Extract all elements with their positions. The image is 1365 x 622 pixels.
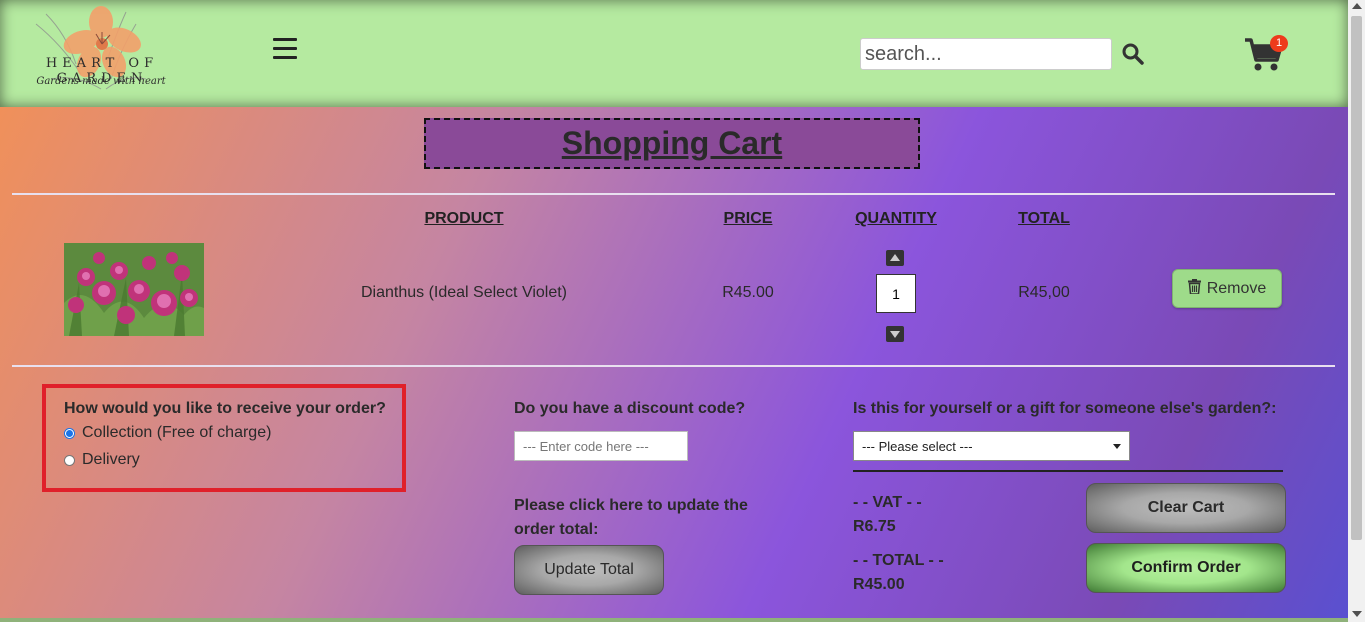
footer-edge [0,618,1348,622]
quantity-increase-button[interactable] [886,250,904,266]
page-title: Shopping Cart [561,125,783,161]
gift-select[interactable]: --- Please select --- [853,431,1130,461]
cart-count-badge: 1 [1270,35,1288,52]
divider [12,365,1335,367]
search-input[interactable] [860,38,1112,70]
delivery-option-label: Delivery [82,451,140,468]
delivery-option-collection[interactable]: Collection (Free of charge) [64,424,271,442]
vat-value: R6.75 [853,518,896,535]
page-title-box: Shopping Cart [424,118,920,169]
hamburger-menu-icon[interactable] [273,38,297,62]
total-label: - - TOTAL - - [853,552,944,569]
update-total-button[interactable]: Update Total [514,545,664,595]
product-image [64,243,204,336]
radio-delivery[interactable] [64,454,75,466]
remove-label: Remove [1206,279,1267,297]
column-header-total: TOTAL [1018,210,1070,227]
update-total-prompt: Please click here to update the order to… [514,497,748,538]
delivery-question: How would you like to receive your order… [64,400,386,417]
summary-divider [853,470,1283,472]
quantity-decrease-button[interactable] [886,326,904,342]
divider [12,193,1335,195]
remove-item-button[interactable]: Remove [1172,269,1282,308]
discount-code-input[interactable] [514,431,688,461]
column-header-quantity: QUANTITY [855,210,937,227]
vat-label: - - VAT - - [853,494,922,511]
scroll-up-icon[interactable] [1352,3,1362,9]
quantity-input[interactable] [876,274,916,313]
site-logo[interactable]: HEART OF GARDEN Gardens made with heart [6,4,191,100]
trash-icon [1187,278,1201,299]
gift-question: Is this for yourself or a gift for someo… [853,400,1277,417]
logo-tagline: Gardens made with heart [36,76,166,87]
total-value: R45.00 [853,576,905,593]
column-header-product: PRODUCT [424,210,504,227]
radio-collection[interactable] [64,427,75,439]
cart-item-price: R45.00 [722,284,774,301]
scroll-down-icon[interactable] [1352,611,1362,617]
scrollbar-thumb[interactable] [1351,16,1362,540]
cart-item-product-name: Dianthus (Ideal Select Violet) [360,284,568,301]
clear-cart-button[interactable]: Clear Cart [1086,483,1286,533]
delivery-option-label: Collection (Free of charge) [82,424,272,441]
site-header: HEART OF GARDEN Gardens made with heart … [0,0,1348,107]
column-header-price: PRICE [723,210,773,227]
confirm-order-button[interactable]: Confirm Order [1086,543,1286,593]
delivery-option-delivery[interactable]: Delivery [64,451,140,469]
cart-main: Shopping Cart PRODUCT PRICE QUANTITY TOT… [0,107,1348,618]
chevron-down-icon [1113,443,1121,449]
search-icon[interactable] [1121,42,1145,66]
cart-item-total: R45,00 [1018,284,1070,301]
discount-question: Do you have a discount code? [514,400,746,417]
gift-select-value: --- Please select --- [862,438,973,454]
